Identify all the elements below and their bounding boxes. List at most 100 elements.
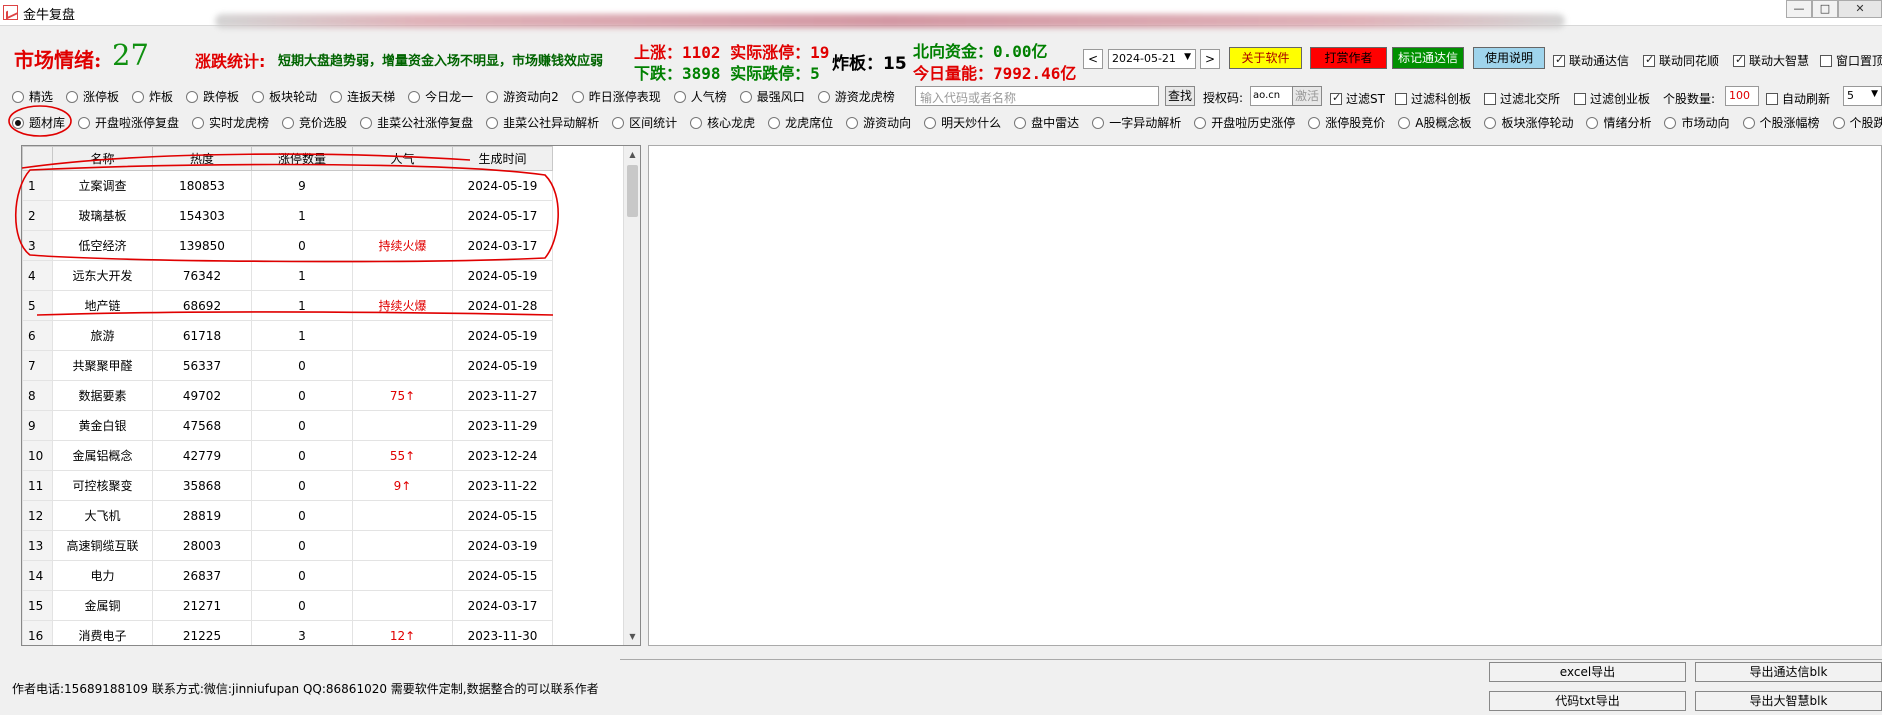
column-header[interactable]: 热度	[152, 146, 252, 171]
search-input[interactable]: 输入代码或者名称	[915, 86, 1159, 106]
top-radio-6[interactable]: 今日龙一	[408, 88, 473, 105]
table-row[interactable]: 7 共聚聚甲醛 56337 0 2024-05-19	[22, 350, 553, 381]
filter-bjs-checkbox[interactable]: 过滤北交所	[1484, 90, 1560, 107]
stock-count-input[interactable]: 100	[1725, 86, 1759, 106]
link-tdx-checkbox[interactable]: 联动通达信	[1553, 52, 1629, 69]
maximize-button[interactable]: □	[1812, 0, 1838, 18]
bottom-radio-10[interactable]: 明天炒什么	[924, 114, 1001, 131]
bottom-radio-5[interactable]: 韭菜公社异动解析	[486, 114, 599, 131]
about-button[interactable]: 关于软件	[1229, 47, 1302, 69]
table-row[interactable]: 6 旅游 61718 1 2024-05-19	[22, 320, 553, 351]
filter-cyb-checkbox[interactable]: 过滤创业板	[1574, 90, 1650, 107]
always-on-top-checkbox[interactable]: 窗口置顶	[1820, 52, 1882, 69]
bottom-radio-15[interactable]: A股概念板	[1398, 114, 1471, 131]
bottom-radio-8[interactable]: 龙虎席位	[768, 114, 833, 131]
radio-icon	[1586, 116, 1599, 129]
next-date-button[interactable]: >	[1200, 49, 1220, 69]
top-radio-8[interactable]: 昨日涨停表现	[571, 88, 661, 105]
table-row[interactable]: 12 大飞机 28819 0 2024-05-15	[22, 500, 553, 531]
bottom-radio-3[interactable]: 竞价选股	[282, 114, 347, 131]
bottom-radio-11[interactable]: 盘中雷达	[1014, 114, 1079, 131]
bottom-radio-1[interactable]: 开盘啦涨停复盘	[78, 114, 179, 131]
bottom-radio-13[interactable]: 开盘啦历史涨停	[1194, 114, 1295, 131]
bottom-radio-7[interactable]: 核心龙虎	[690, 114, 755, 131]
table-row[interactable]: 16 消费电子 21225 3 12↑ 2023-11-30	[22, 620, 553, 645]
bottom-radio-18[interactable]: 市场动向	[1664, 114, 1730, 131]
top-radio-0[interactable]: 精选	[12, 88, 53, 105]
mark-tdx-button[interactable]: 标记通达信	[1392, 47, 1464, 69]
radio-icon	[768, 116, 781, 129]
dzh-blk-export-button[interactable]: 导出大智慧blk	[1695, 691, 1882, 711]
bottom-radio-0[interactable]: 题材库	[12, 114, 65, 131]
table-row[interactable]: 2 玻璃基板 154303 1 2024-05-17	[22, 200, 553, 231]
excel-export-button[interactable]: excel导出	[1489, 662, 1686, 682]
top-radio-11[interactable]: 游资龙虎榜	[817, 88, 895, 105]
top-radio-3[interactable]: 跌停板	[186, 88, 239, 105]
close-button[interactable]: ✕	[1838, 0, 1882, 18]
bottom-radio-6[interactable]: 区间统计	[612, 114, 677, 131]
top-radio-5[interactable]: 连扳天梯	[330, 88, 395, 105]
auth-code-input[interactable]: ao.cn	[1250, 86, 1296, 106]
top-radio-2[interactable]: 炸板	[132, 88, 173, 105]
bottom-radio-12[interactable]: 一字异动解析	[1092, 114, 1181, 131]
topic-table-panel: 名称 热度 涨停数量 人气 生成时间 1 立案调查 180853 9 2024-05-19 2 玻璃…	[21, 145, 641, 646]
date-select[interactable]: 2024-05-21 ▼	[1108, 49, 1196, 69]
refresh-interval-select[interactable]: 5 ▼	[1843, 86, 1882, 106]
table-row[interactable]: 3 低空经济 139850 0 持续火爆 2024-03-17	[22, 230, 553, 261]
top-radio-9[interactable]: 人气榜	[673, 88, 727, 105]
activate-button[interactable]: 激活	[1292, 86, 1322, 106]
help-button[interactable]: 使用说明	[1473, 47, 1545, 69]
column-header[interactable]	[22, 146, 53, 171]
table-row[interactable]: 11 可控核聚变 35868 0 9↑ 2023-11-22	[22, 470, 553, 501]
table-row[interactable]: 4 远东大开发 76342 1 2024-05-19	[22, 260, 553, 291]
table-cell: 11	[22, 470, 53, 501]
search-button[interactable]: 查找	[1165, 86, 1195, 106]
link-ths-checkbox[interactable]: 联动同花顺	[1643, 52, 1719, 69]
top-radio-7[interactable]: 游资动向2	[486, 88, 559, 105]
bottom-radio-2[interactable]: 实时龙虎榜	[192, 114, 269, 131]
bottom-radio-17[interactable]: 情绪分析	[1586, 114, 1651, 131]
tip-author-button[interactable]: 打赏作者	[1310, 47, 1387, 69]
link-dzh-checkbox[interactable]: 联动大智慧	[1733, 52, 1809, 69]
column-header[interactable]: 名称	[52, 146, 153, 171]
column-header[interactable]: 涨停数量	[251, 146, 353, 171]
bottom-radio-4[interactable]: 韭菜公社涨停复盘	[360, 114, 473, 131]
table-row[interactable]: 13 高速铜缆互联 28003 0 2024-03-19	[22, 530, 553, 561]
table-cell	[352, 530, 453, 561]
radio-icon	[360, 116, 373, 129]
filter-kcb-checkbox[interactable]: 过滤科创板	[1395, 90, 1471, 107]
top-radio-4[interactable]: 板块轮动	[252, 88, 317, 105]
tdx-blk-export-button[interactable]: 导出通达信blk	[1695, 662, 1882, 682]
table-cell: 6	[22, 320, 53, 351]
minimize-button[interactable]: —	[1786, 0, 1812, 18]
bottom-radio-20[interactable]: 个股跌幅榜	[1832, 114, 1882, 131]
scroll-down-icon[interactable]: ▼	[624, 628, 640, 645]
top-radio-1[interactable]: 涨停板	[66, 88, 119, 105]
table-cell: 低空经济	[52, 230, 153, 261]
radio-label: 跌停板	[203, 90, 240, 104]
bottom-radio-19[interactable]: 个股涨幅榜	[1742, 114, 1820, 131]
code-txt-export-button[interactable]: 代码txt导出	[1489, 691, 1686, 711]
date-value: 2024-05-21	[1112, 52, 1176, 65]
table-row[interactable]: 1 立案调查 180853 9 2024-05-19	[22, 170, 553, 201]
column-header[interactable]: 生成时间	[452, 146, 553, 171]
table-row[interactable]: 14 电力 26837 0 2024-05-15	[22, 560, 553, 591]
bottom-radio-9[interactable]: 游资动向	[846, 114, 911, 131]
bottom-radio-16[interactable]: 板块涨停轮动	[1484, 114, 1573, 131]
table-scrollbar[interactable]: ▲ ▼	[623, 146, 640, 645]
table-cell: 12	[22, 500, 53, 531]
column-header[interactable]: 人气	[352, 146, 453, 171]
filter-st-checkbox[interactable]: 过滤ST	[1330, 90, 1385, 107]
table-row[interactable]: 5 地产链 68692 1 持续火爆 2024-01-28	[22, 290, 553, 321]
checkbox-icon	[1330, 91, 1342, 105]
top-radio-10[interactable]: 最强风口	[739, 88, 805, 105]
prev-date-button[interactable]: <	[1083, 49, 1103, 69]
table-row[interactable]: 8 数据要素 49702 0 75↑ 2023-11-27	[22, 380, 553, 411]
table-row[interactable]: 10 金属铝概念 42779 0 55↑ 2023-12-24	[22, 440, 553, 471]
auto-refresh-checkbox[interactable]: 自动刷新	[1766, 90, 1830, 107]
table-row[interactable]: 15 金属铜 21271 0 2024-03-17	[22, 590, 553, 621]
scroll-thumb[interactable]	[627, 165, 638, 217]
scroll-up-icon[interactable]: ▲	[624, 146, 640, 163]
table-row[interactable]: 9 黄金白银 47568 0 2023-11-29	[22, 410, 553, 441]
bottom-radio-14[interactable]: 涨停股竞价	[1308, 114, 1385, 131]
